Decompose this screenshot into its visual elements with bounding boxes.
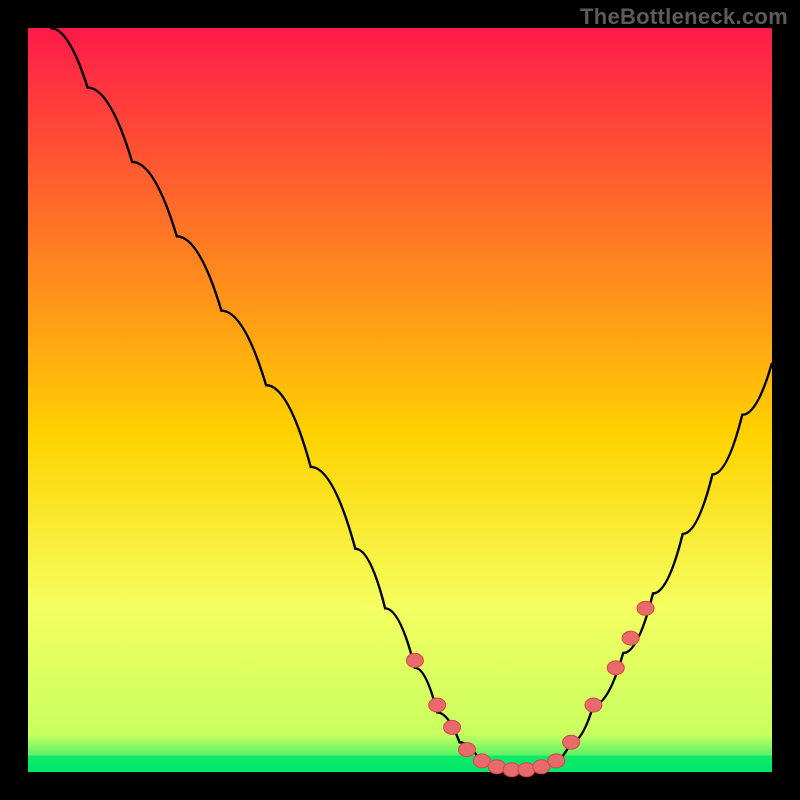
marker-dot [622,631,639,645]
marker-dot [473,754,490,768]
marker-dot [458,743,475,757]
marker-dot [488,760,505,774]
marker-dot [444,720,461,734]
marker-dot [548,754,565,768]
gradient-background [28,28,772,772]
chart-stage: TheBottleneck.com [0,0,800,800]
marker-dot [607,661,624,675]
marker-dot [563,735,580,749]
marker-dot [429,698,446,712]
bottleneck-chart [0,0,800,800]
marker-dot [585,698,602,712]
marker-dot [406,653,423,667]
marker-dot [518,763,535,777]
marker-dot [637,601,654,615]
marker-dot [533,760,550,774]
green-band [28,756,772,772]
